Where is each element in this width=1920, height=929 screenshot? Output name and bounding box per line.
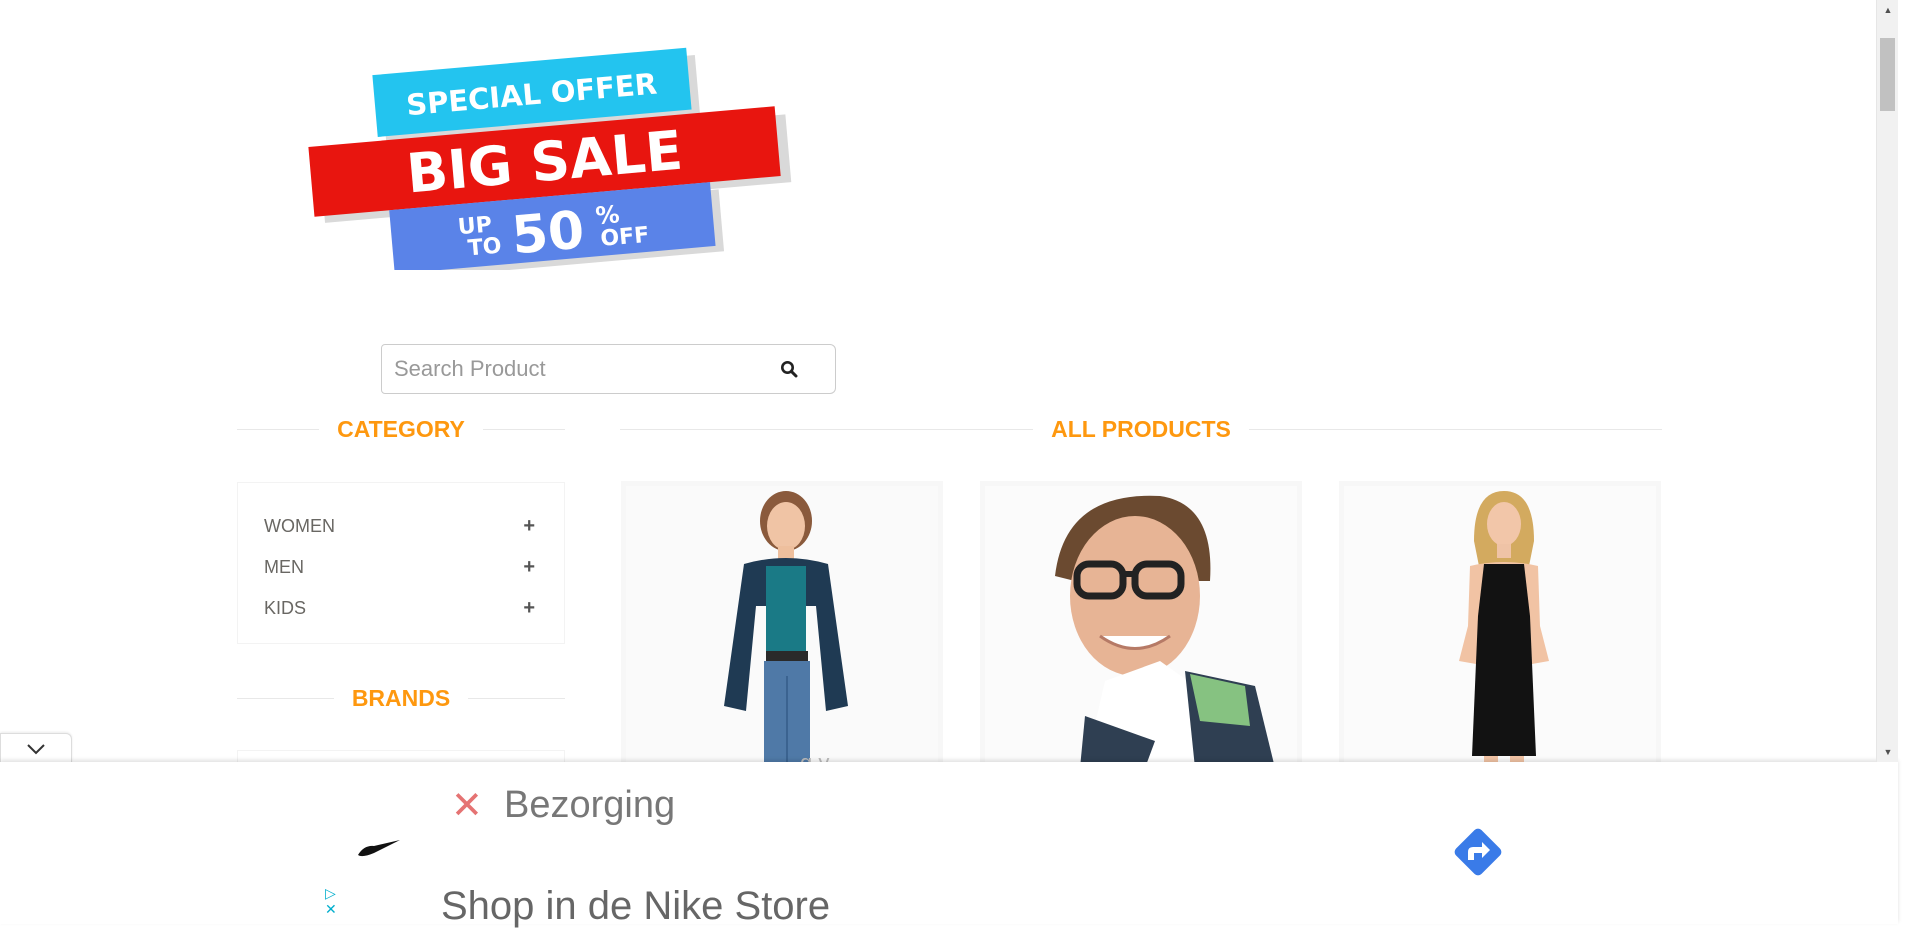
category-item-label[interactable]: WOMEN <box>264 516 335 537</box>
chevron-down-icon <box>27 743 45 754</box>
banner-percent-value: 50 <box>509 200 586 266</box>
close-icon[interactable]: ✕ <box>451 787 483 825</box>
category-title: CATEGORY <box>337 416 465 442</box>
product-image-woman-black-dress[interactable] <box>1344 486 1656 763</box>
category-panel: WOMEN + MEN + KIDS + <box>237 482 565 644</box>
svg-text:TO: TO <box>467 234 503 262</box>
vertical-scrollbar[interactable]: ▲ ▼ <box>1876 0 1898 762</box>
ad-creative[interactable]: ✕ Bezorging Shop in de Nike Store ▷ ✕ <box>321 772 1577 928</box>
search-input[interactable] <box>381 344 743 394</box>
category-item-label[interactable]: MEN <box>264 557 304 578</box>
ad-headline[interactable]: Bezorging <box>504 784 675 827</box>
expand-plus-icon[interactable]: + <box>523 556 535 579</box>
directions-arrow-icon[interactable] <box>1448 822 1508 882</box>
product-image-man-glasses[interactable] <box>985 486 1297 763</box>
scroll-up-icon[interactable]: ▲ <box>1877 2 1899 18</box>
ad-collapse-tab[interactable] <box>0 733 72 763</box>
product-card[interactable] <box>621 481 943 763</box>
search-bar <box>381 344 836 394</box>
adchoices-close-icon[interactable]: ✕ <box>325 902 337 916</box>
category-item-kids[interactable]: KIDS + <box>264 588 539 629</box>
adchoices-play-icon[interactable]: ▷ <box>325 886 337 900</box>
ad-subline[interactable]: Shop in de Nike Store <box>441 884 830 929</box>
sale-banner[interactable]: SPECIAL OFFER BIG SALE UP TO 50 % OFF <box>300 40 800 270</box>
search-icon <box>780 361 797 378</box>
brands-title: BRANDS <box>351 685 451 711</box>
product-card[interactable] <box>1339 481 1661 763</box>
nike-swoosh-logo[interactable] <box>356 839 402 857</box>
category-item-women[interactable]: WOMEN + <box>264 506 539 547</box>
expand-plus-icon[interactable]: + <box>523 515 535 538</box>
product-card[interactable] <box>980 481 1302 763</box>
category-heading: CATEGORY <box>237 416 565 443</box>
category-item-label[interactable]: KIDS <box>264 598 306 619</box>
scroll-down-icon[interactable]: ▼ <box>1877 744 1899 760</box>
scrollbar-thumb[interactable] <box>1880 38 1895 111</box>
expand-plus-icon[interactable]: + <box>523 597 535 620</box>
brands-heading: BRANDS <box>237 685 566 712</box>
all-products-heading: ALL PRODUCTS <box>620 416 1662 443</box>
search-button[interactable] <box>742 344 836 394</box>
all-products-title: ALL PRODUCTS <box>1051 416 1231 442</box>
category-item-men[interactable]: MEN + <box>264 547 539 588</box>
adchoices-icon[interactable]: ▷ ✕ <box>325 886 337 916</box>
svg-text:OFF: OFF <box>599 223 650 252</box>
product-image-woman-cardigan[interactable] <box>626 486 938 763</box>
page: SPECIAL OFFER BIG SALE UP TO 50 % OFF CA… <box>0 0 1898 928</box>
